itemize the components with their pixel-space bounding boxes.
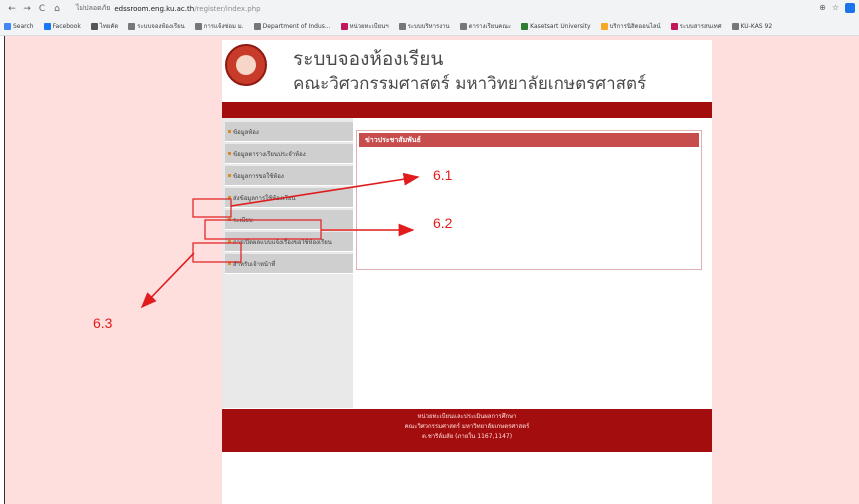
reload-icon[interactable]: C xyxy=(36,3,48,15)
bookmark-icon xyxy=(194,22,202,30)
sidebar-menu-item[interactable]: สำหรับเจ้าหน้าที่ xyxy=(225,254,353,274)
site-subtitle: คณะวิศวกรรมศาสตร์ มหาวิทยาลัยเกษตรศาสตร์ xyxy=(293,74,647,94)
bookmark-item[interactable]: Department of Indus... xyxy=(253,22,331,30)
sidebar-menu: ข้อมูลห้อง ข้อมูลตารางเรียนประจำห้อง ข้อมู… xyxy=(222,118,353,408)
bookmark-icon xyxy=(521,22,529,30)
back-icon[interactable]: ← xyxy=(6,3,18,15)
bookmark-label: บริการนิสิตออนไลน์ xyxy=(609,23,661,30)
bookmark-label: Facebook xyxy=(52,22,81,30)
bookmark-item[interactable]: หน่วยทะเบียนฯ xyxy=(340,21,389,31)
bookmark-icon xyxy=(398,22,406,30)
bookmark-label: KU-KAS 92 xyxy=(740,22,773,30)
footer-line-3: ต.ชาริล์มลัย (ภายใน 1167,1147) xyxy=(421,433,513,440)
sidebar-menu-item[interactable]: ข้อมูลห้อง xyxy=(225,122,353,142)
bookmark-icon xyxy=(731,22,739,30)
footer-line-2: คณะวิศวกรรมศาสตร์ มหาวิทยาลัยเกษตรศาสตร์ xyxy=(404,423,530,430)
bookmark-icon xyxy=(670,22,678,30)
sidebar-menu-item[interactable]: ข้อมูลตารางเรียนประจำห้อง xyxy=(225,144,353,164)
zoom-icon[interactable]: ⊕ xyxy=(819,3,826,13)
news-panel-title: ข่าวประชาสัมพันธ์ xyxy=(359,133,699,147)
bookmark-icon xyxy=(600,22,608,30)
sidebar-menu-item[interactable]: การเปิดผลแบบแจ้งเรื่องขอใช้ห้องเรียน xyxy=(225,232,353,252)
news-panel: ข่าวประชาสัมพันธ์ xyxy=(356,130,702,270)
browser-actions: ⊕ ☆ xyxy=(819,3,855,13)
bookmark-label: Search xyxy=(13,22,34,30)
star-icon[interactable]: ☆ xyxy=(832,3,839,13)
bookmark-label: ตารางเรียนคณะ xyxy=(468,23,512,30)
sidebar-menu-item[interactable]: ส่งข้อมูลการใช้ห้องเรียน xyxy=(225,188,353,208)
page-viewport: ระบบจองห้องเรียน คณะวิศวกรรมศาสตร์ มหาวิ… xyxy=(4,36,859,504)
site-container: ระบบจองห้องเรียน คณะวิศวกรรมศาสตร์ มหาวิ… xyxy=(222,40,712,504)
bookmark-item[interactable]: ตารางเรียนคณะ xyxy=(459,21,512,31)
browser-toolbar: ← → C ⌂ ไม่ปลอดภัย edssroom.eng.ku.ac.th… xyxy=(0,0,859,17)
browser-chrome: ← → C ⌂ ไม่ปลอดภัย edssroom.eng.ku.ac.th… xyxy=(0,0,859,36)
bookmark-icon xyxy=(253,22,261,30)
bookmark-label: Kasetsart University xyxy=(530,22,591,30)
bookmark-item[interactable]: Facebook xyxy=(43,22,81,30)
site-footer: หน่วยทะเบียนและประเมินผลการศึกษา คณะวิศว… xyxy=(222,409,712,452)
sidebar-menu-item[interactable]: ข้อมูลการขอใช้ห้อง xyxy=(225,166,353,186)
sidebar-menu-item[interactable]: ระเบียบ xyxy=(225,210,353,230)
bookmark-icon xyxy=(340,22,348,30)
footer-line-1: หน่วยทะเบียนและประเมินผลการศึกษา xyxy=(417,413,517,420)
bookmark-item[interactable]: บริการนิสิตออนไลน์ xyxy=(600,21,661,31)
bookmark-item[interactable]: ระบบจองห้องเรียน xyxy=(128,21,185,31)
bookmark-item[interactable]: ระบบบริหารงาน xyxy=(398,21,450,31)
bookmark-icon xyxy=(4,22,11,30)
site-header: ระบบจองห้องเรียน คณะวิศวกรรมศาสตร์ มหาวิ… xyxy=(222,40,712,98)
bookmarks-bar: Search Facebook ไทยคัด ระบบจองห้องเรียน การแ… xyxy=(0,17,859,35)
url-path: /register/index.php xyxy=(194,4,261,13)
bookmark-icon xyxy=(128,22,136,30)
url-domain: edssroom.eng.ku.ac.th xyxy=(114,4,195,13)
bookmark-item[interactable]: Kasetsart University xyxy=(521,22,591,30)
bookmark-item[interactable]: การแจ้งซ่อม ม. xyxy=(194,21,244,31)
bookmark-label: ระบบบริหารงาน xyxy=(407,23,450,30)
annotation-label-6-1: 6.1 xyxy=(433,167,453,183)
profile-icon[interactable] xyxy=(845,3,855,13)
bookmark-item[interactable]: KU-KAS 92 xyxy=(731,22,773,30)
bookmark-label: การแจ้งซ่อม ม. xyxy=(203,23,244,30)
bookmark-item[interactable]: ระบบสารสนเทศ xyxy=(670,21,722,31)
bookmark-label: ระบบสารสนเทศ xyxy=(679,23,722,30)
bookmark-item[interactable]: Search xyxy=(4,22,34,30)
bookmark-item[interactable]: ไทยคัด xyxy=(90,21,119,31)
bookmark-label: หน่วยทะเบียนฯ xyxy=(349,23,389,30)
forward-icon[interactable]: → xyxy=(21,3,33,15)
bookmark-label: ไทยคัด xyxy=(99,23,119,30)
bookmark-icon xyxy=(90,22,98,30)
security-status[interactable]: ไม่ปลอดภัย xyxy=(76,3,110,14)
address-bar[interactable]: ไม่ปลอดภัย edssroom.eng.ku.ac.th /regist… xyxy=(70,2,830,15)
bookmark-label: Department of Indus... xyxy=(262,22,331,30)
bookmark-label: ระบบจองห้องเรียน xyxy=(137,23,185,30)
annotation-label-6-3: 6.3 xyxy=(93,315,113,331)
university-seal-logo xyxy=(225,44,267,86)
bookmark-icon xyxy=(43,22,51,30)
header-divider-bar xyxy=(222,102,712,118)
annotation-label-6-2: 6.2 xyxy=(433,215,453,231)
bookmark-icon xyxy=(459,22,467,30)
home-icon[interactable]: ⌂ xyxy=(51,3,63,15)
